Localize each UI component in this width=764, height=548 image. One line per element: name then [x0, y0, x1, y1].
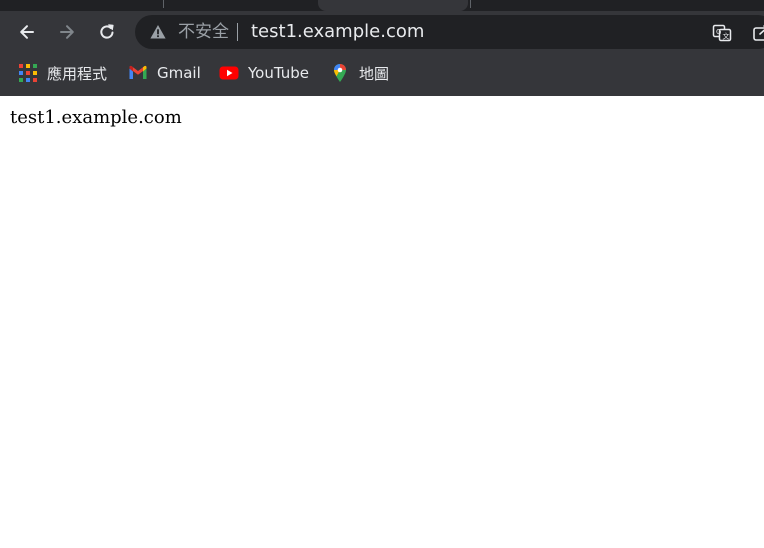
bookmark-maps[interactable]: 地圖 [324, 58, 395, 88]
bookmark-label: 地圖 [359, 64, 390, 83]
bookmark-label: Gmail [157, 64, 201, 82]
warning-triangle-icon[interactable] [149, 23, 167, 41]
page-content: test1.example.com [0, 96, 764, 548]
svg-text:文: 文 [723, 31, 730, 40]
youtube-icon [219, 66, 239, 80]
bookmark-youtube[interactable]: YouTube [213, 58, 315, 88]
omnibox-divider [237, 23, 238, 41]
apps-grid-icon [19, 64, 37, 82]
tab-strip [0, 0, 764, 11]
tab-separator [470, 0, 471, 8]
gmail-icon [129, 65, 147, 79]
maps-pin-icon [334, 64, 346, 82]
bookmark-label: 應用程式 [47, 64, 108, 83]
reload-button[interactable] [91, 16, 123, 48]
bookmark-apps[interactable]: 應用程式 [12, 58, 113, 88]
browser-chrome: 不安全 test1.example.com G 文 應用程式 Gmail You… [0, 0, 764, 96]
address-bar[interactable]: 不安全 test1.example.com G 文 [135, 15, 764, 49]
forward-button[interactable] [51, 16, 83, 48]
security-status-label[interactable]: 不安全 [178, 22, 229, 42]
toolbar: 不安全 test1.example.com G 文 [0, 11, 764, 54]
arrow-left-icon [20, 25, 34, 39]
back-button[interactable] [11, 16, 43, 48]
tab-separator [163, 0, 164, 8]
share-icon[interactable] [752, 23, 764, 43]
bookmark-label: YouTube [248, 64, 309, 82]
bookmarks-bar: 應用程式 Gmail YouTube 地圖 [0, 58, 764, 90]
bookmark-gmail[interactable]: Gmail [122, 58, 207, 88]
svg-text:G: G [716, 28, 721, 36]
active-tab[interactable] [318, 0, 468, 11]
arrow-right-icon [60, 25, 74, 39]
url-text[interactable]: test1.example.com [251, 22, 424, 42]
translate-icon[interactable]: G 文 [712, 23, 732, 43]
page-body-text: test1.example.com [10, 107, 182, 128]
reload-icon [100, 24, 114, 39]
